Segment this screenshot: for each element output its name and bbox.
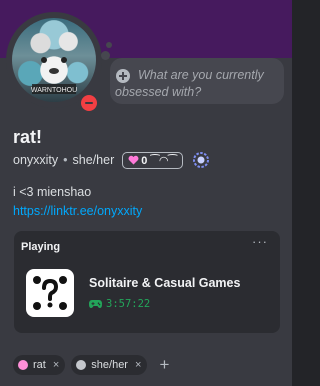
nameplate-badge[interactable]: 0 ⁀◠⁀: [122, 151, 184, 169]
tag-label: rat: [33, 359, 46, 371]
plus-circle-icon[interactable]: [116, 69, 130, 83]
hypesquad-badge-icon[interactable]: [192, 151, 210, 169]
tag-chip[interactable]: she/her ×: [71, 355, 148, 375]
status-dnd-indicator: [78, 92, 100, 114]
avatar[interactable]: WARNTOHOU: [12, 18, 96, 102]
activity-card: Playing ··· Solitaire & Casual Games 3:5…: [14, 231, 280, 333]
remove-tag-icon[interactable]: ×: [135, 359, 141, 371]
game-title[interactable]: Solitaire & Casual Games: [89, 276, 240, 290]
separator: •: [63, 153, 68, 167]
tag-label: she/her: [91, 359, 128, 371]
bubble-tail-small: [106, 42, 112, 48]
gamepad-icon: [89, 300, 102, 308]
profile-card: [0, 58, 292, 386]
display-name: rat!: [13, 127, 43, 147]
avatar-caption: WARNTOHOU: [31, 87, 77, 94]
add-tag-button[interactable]: +: [155, 356, 173, 374]
avatar-image: WARNTOHOU: [31, 57, 77, 94]
more-options-icon[interactable]: ···: [252, 235, 270, 251]
pronouns: she/her: [72, 153, 115, 167]
username: onyxxity: [13, 153, 59, 167]
avatar-frame[interactable]: WARNTOHOU: [6, 12, 102, 114]
bio-text: i <3 mienshao: [13, 185, 92, 199]
custom-status-bubble[interactable]: What are you currently obsessed with?: [110, 58, 284, 104]
tag-color-dot: [76, 360, 87, 370]
tag-list: rat × she/her × +: [13, 355, 173, 375]
elapsed-time: 3:57:22: [89, 297, 150, 311]
heart-icon: [128, 155, 139, 165]
tag-chip[interactable]: rat ×: [13, 355, 66, 375]
bubble-tail-large: [101, 51, 110, 60]
elapsed-time-text: 3:57:22: [106, 298, 151, 310]
custom-status-placeholder: What are you currently obsessed with?: [115, 68, 264, 99]
dice-five-icon[interactable]: [26, 269, 74, 317]
identity-line: onyxxity • she/her 0 ⁀◠⁀: [13, 151, 210, 169]
activity-label: Playing: [21, 241, 61, 253]
remove-tag-icon[interactable]: ×: [53, 359, 59, 371]
tag-color-dot: [18, 360, 28, 370]
nameplate-badge-text: 0 ⁀◠⁀: [141, 154, 178, 167]
bio-link[interactable]: https://linktr.ee/onyxxity: [13, 204, 142, 218]
dnd-icon: [81, 95, 97, 111]
